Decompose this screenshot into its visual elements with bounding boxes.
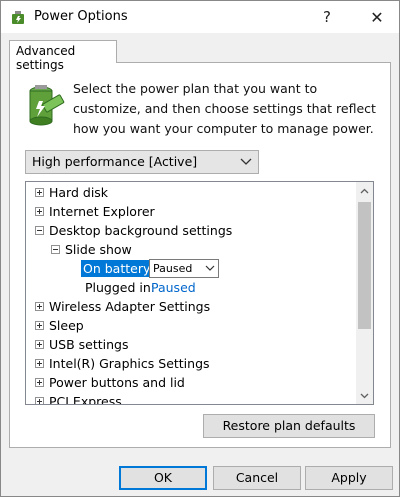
- chevron-down-icon: [360, 393, 369, 398]
- expand-icon[interactable]: [35, 397, 44, 404]
- power-options-icon: [12, 11, 24, 24]
- scrollbar-thumb[interactable]: [358, 202, 371, 329]
- window-title: Power Options: [34, 9, 128, 24]
- plugged-in-label: Plugged in:: [85, 280, 156, 295]
- tree-item-power-buttons[interactable]: Power buttons and lid: [26, 373, 356, 392]
- tree-item-wireless-adapter[interactable]: Wireless Adapter Settings: [26, 297, 356, 316]
- chevron-down-icon: [240, 158, 252, 165]
- tree-item-desktop-background[interactable]: Desktop background settings: [26, 221, 356, 240]
- tree-item-label: PCI Express: [49, 394, 122, 405]
- collapse-icon[interactable]: [51, 245, 60, 254]
- cancel-button[interactable]: Cancel: [213, 466, 301, 490]
- tree-item-label: Slide show: [65, 242, 132, 257]
- tree-item-intel-graphics[interactable]: Intel(R) Graphics Settings: [26, 354, 356, 373]
- on-battery-dropdown[interactable]: Paused: [149, 259, 219, 278]
- ok-button[interactable]: OK: [119, 466, 207, 490]
- settings-tree[interactable]: Hard disk Internet Explorer Desktop back…: [25, 181, 374, 405]
- power-plan-dropdown[interactable]: High performance [Active]: [25, 150, 259, 174]
- title-bar: Power Options ? ✕: [1, 1, 399, 33]
- chevron-up-icon: [360, 188, 369, 193]
- expand-icon[interactable]: [35, 340, 44, 349]
- scroll-down-button[interactable]: [356, 387, 373, 404]
- battery-icon: [29, 85, 65, 126]
- tab-advanced-settings[interactable]: Advanced settings: [9, 40, 117, 72]
- tree-item-internet-explorer[interactable]: Internet Explorer: [26, 202, 356, 221]
- setting-on-battery[interactable]: On battery: Paused: [26, 259, 356, 278]
- vertical-scrollbar[interactable]: [356, 182, 373, 404]
- restore-plan-defaults-button[interactable]: Restore plan defaults: [203, 414, 375, 438]
- collapse-icon[interactable]: [35, 226, 44, 235]
- apply-button[interactable]: Apply: [305, 466, 393, 490]
- tree-item-label: Sleep: [49, 318, 84, 333]
- expand-icon[interactable]: [35, 321, 44, 330]
- tree-item-label: USB settings: [49, 337, 129, 352]
- on-battery-label: On battery:: [81, 260, 156, 277]
- tree-item-label: Hard disk: [49, 185, 109, 200]
- tree-item-label: Power buttons and lid: [49, 375, 185, 390]
- expand-icon[interactable]: [35, 302, 44, 311]
- expand-icon[interactable]: [35, 359, 44, 368]
- tree-item-slide-show[interactable]: Slide show: [26, 240, 356, 259]
- power-plan-selected: High performance [Active]: [32, 154, 198, 169]
- tree-item-label: Wireless Adapter Settings: [49, 299, 211, 314]
- close-button[interactable]: ✕: [357, 1, 397, 33]
- power-options-dialog: Power Options ? ✕ Advanced settings Sele…: [0, 0, 400, 497]
- tree-item-label: Desktop background settings: [49, 223, 233, 238]
- tree-item-pci-express[interactable]: PCI Express: [26, 392, 356, 405]
- scroll-up-button[interactable]: [356, 182, 373, 199]
- help-button[interactable]: ?: [307, 1, 347, 33]
- intro-text: Select the power plan that you want to c…: [73, 81, 376, 136]
- plugged-in-value-link[interactable]: Paused: [151, 278, 196, 297]
- tree-item-label: Internet Explorer: [49, 204, 155, 219]
- expand-icon[interactable]: [35, 378, 44, 387]
- setting-plugged-in: Plugged in: Paused: [26, 278, 356, 297]
- on-battery-value: Paused: [153, 262, 193, 275]
- expand-icon[interactable]: [35, 207, 44, 216]
- tree-item-hard-disk[interactable]: Hard disk: [26, 183, 356, 202]
- chevron-down-icon: [205, 265, 215, 271]
- expand-icon[interactable]: [35, 188, 44, 197]
- tree-item-sleep[interactable]: Sleep: [26, 316, 356, 335]
- tree-item-label: Intel(R) Graphics Settings: [49, 356, 210, 371]
- tree-item-usb-settings[interactable]: USB settings: [26, 335, 356, 354]
